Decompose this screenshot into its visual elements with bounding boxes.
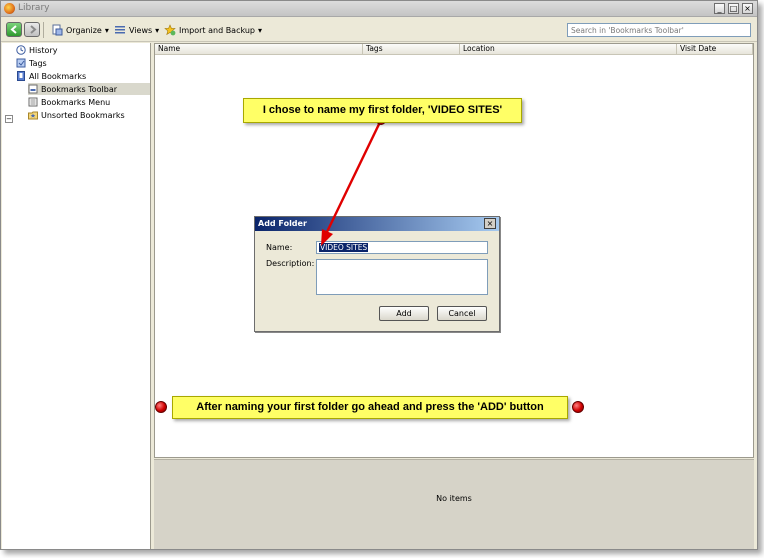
annotation-dot-right [572, 401, 584, 413]
annotation-callout-top: I chose to name my first folder, 'VIDEO … [243, 98, 522, 123]
annotation-dot-left [155, 401, 167, 413]
annotation-callout-bottom: After naming your first folder go ahead … [172, 396, 568, 419]
annotation-arrow [321, 115, 386, 246]
